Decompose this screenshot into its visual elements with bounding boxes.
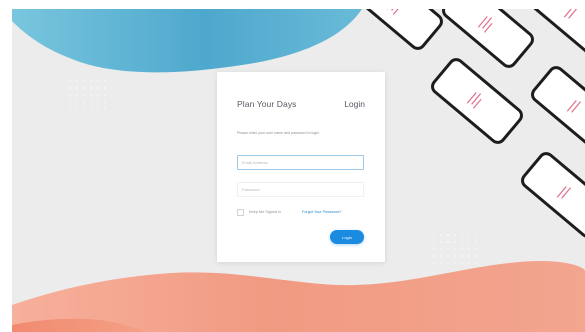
keep-signed-in-row: Keep Me Signed In	[237, 208, 281, 216]
keep-signed-in-label: Keep Me Signed In	[249, 210, 282, 214]
forgot-password-link[interactable]: Forgot Your Password?	[302, 210, 341, 214]
login-page: Plan Your Days Login Please enter your u…	[12, 9, 585, 332]
login-card: Plan Your Days Login Please enter your u…	[217, 72, 385, 262]
login-instructions: Please enter your user name and password…	[237, 131, 320, 135]
top-wave-shape	[12, 9, 362, 73]
password-field[interactable]	[237, 182, 364, 197]
login-heading: Login	[344, 99, 365, 109]
email-field[interactable]	[237, 155, 364, 170]
keep-signed-in-checkbox[interactable]	[237, 208, 244, 216]
login-button[interactable]: Login	[330, 230, 364, 244]
dot-pattern-left	[64, 74, 106, 116]
dot-pattern-right	[432, 229, 482, 269]
app-title: Plan Your Days	[237, 99, 297, 109]
